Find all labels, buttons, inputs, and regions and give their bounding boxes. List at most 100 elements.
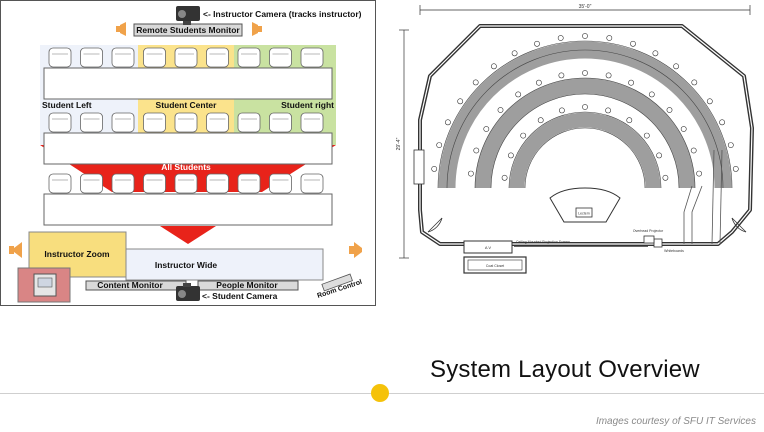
student-left-label: Student Left: [42, 100, 92, 110]
student-chair: [111, 173, 135, 194]
instructor-camera-label: <- Instructor Camera (tracks instructor): [203, 9, 362, 19]
hall-chair: [431, 165, 438, 172]
podium-screen: [37, 277, 53, 288]
student-chair: [237, 112, 261, 133]
remote-monitor-label: Remote Students Monitor: [136, 25, 240, 35]
hall-chair: [520, 132, 527, 139]
hall-chair: [606, 35, 613, 41]
student-chair: [237, 47, 261, 68]
student-camera-label: <- Student Camera: [202, 291, 278, 301]
hall-chair: [534, 40, 540, 47]
hall-chair: [508, 152, 514, 159]
hall-chair: [436, 142, 443, 148]
hall-chair: [662, 174, 669, 181]
hall-chair: [557, 35, 564, 41]
classroom-camera-diagram: <- Instructor Camera (tracks instructor)…: [0, 0, 376, 306]
hall-chair: [473, 147, 480, 154]
hall-chair: [491, 63, 497, 70]
av-cabinet-label: A V: [485, 245, 492, 250]
hall-chair: [706, 98, 713, 105]
hall-chair: [535, 79, 542, 86]
accent-dot: [371, 384, 389, 402]
instructor-wide-label: Instructor Wide: [155, 260, 218, 270]
table-row-1: [43, 67, 333, 100]
hall-chair: [605, 107, 611, 114]
student-right-label: Student right: [281, 100, 334, 110]
image-credit: Images courtesy of SFU IT Services: [595, 416, 756, 427]
student-chair: [48, 173, 72, 194]
student-chair: [300, 173, 324, 194]
hall-chair: [501, 174, 508, 181]
hall-chair: [719, 119, 725, 126]
student-center-label: Student Center: [156, 100, 218, 110]
hall-chair: [696, 170, 702, 177]
overhead-projector-label: Overhead Projector: [633, 229, 664, 233]
lectern-label: Lectern: [578, 212, 590, 216]
hall-chair: [558, 72, 565, 79]
hall-chair: [582, 104, 588, 110]
student-chair: [237, 173, 261, 194]
student-chair: [174, 47, 198, 68]
whiteboard-stand: [653, 238, 663, 248]
student-chair: [111, 112, 135, 133]
content-monitor-label: Content Monitor: [97, 280, 163, 290]
side-counter: [413, 149, 425, 185]
student-chair: [80, 173, 103, 194]
hall-chair: [690, 147, 697, 154]
student-chair: [174, 173, 198, 194]
student-chair: [269, 47, 292, 68]
hall-chair: [497, 107, 504, 113]
hall-chair: [483, 126, 490, 132]
slide-title: System Layout Overview: [430, 356, 700, 383]
hall-chair: [656, 152, 662, 159]
hall-chair: [673, 63, 679, 70]
hall-chair: [648, 91, 655, 98]
student-chair: [300, 112, 324, 133]
hall-chair: [605, 72, 612, 79]
whiteboards-label: Whiteboards: [664, 249, 684, 253]
student-chair: [143, 112, 166, 133]
hall-chair: [558, 107, 565, 114]
coat-closet-label: Coat Closet: [486, 264, 504, 268]
width-dimension-label: 35'-0": [579, 4, 592, 10]
student-chair: [269, 173, 292, 194]
hall-chair: [727, 142, 734, 148]
student-chair: [206, 112, 229, 133]
hall-chair: [511, 50, 518, 57]
hall-chair: [630, 40, 636, 47]
hall-chair: [691, 79, 698, 86]
people-monitor-label: People Monitor: [216, 280, 278, 290]
student-chair: [111, 47, 135, 68]
projection-screen-label: Ceiling Mounted Projection Screen: [516, 240, 570, 244]
lecture-hall-floor-plan: 35'-0" 29'-4" Lectern A V Ceiling Mounte…: [396, 4, 754, 274]
hall-chair: [515, 91, 522, 98]
hall-chair: [537, 117, 544, 124]
student-chair: [143, 47, 166, 68]
hall-chair: [582, 70, 588, 76]
student-chair: [80, 112, 103, 133]
depth-dimension-label: 29'-4": [396, 137, 402, 150]
hall-chair: [445, 119, 451, 126]
hall-chair: [472, 79, 479, 86]
student-chair: [300, 47, 324, 68]
hall-chair: [628, 79, 634, 86]
hall-chair: [732, 165, 739, 172]
hall-chair: [652, 50, 659, 57]
hall-chair: [643, 132, 650, 139]
student-chair: [80, 47, 103, 68]
instructor-zoom-label: Instructor Zoom: [44, 249, 110, 259]
hall-chair: [457, 98, 464, 105]
hall-chair: [582, 33, 588, 39]
hall-chair: [468, 170, 474, 177]
table-row-2: [43, 132, 333, 165]
student-chair: [269, 112, 292, 133]
all-students-label: All Students: [161, 162, 211, 172]
student-chair: [48, 112, 72, 133]
student-chair: [143, 173, 166, 194]
table-row-3: [43, 193, 333, 226]
overhead-projector: [643, 235, 655, 244]
hall-chair: [666, 107, 673, 113]
student-chair: [206, 173, 229, 194]
hall-chair: [680, 126, 687, 132]
student-chair: [48, 47, 72, 68]
